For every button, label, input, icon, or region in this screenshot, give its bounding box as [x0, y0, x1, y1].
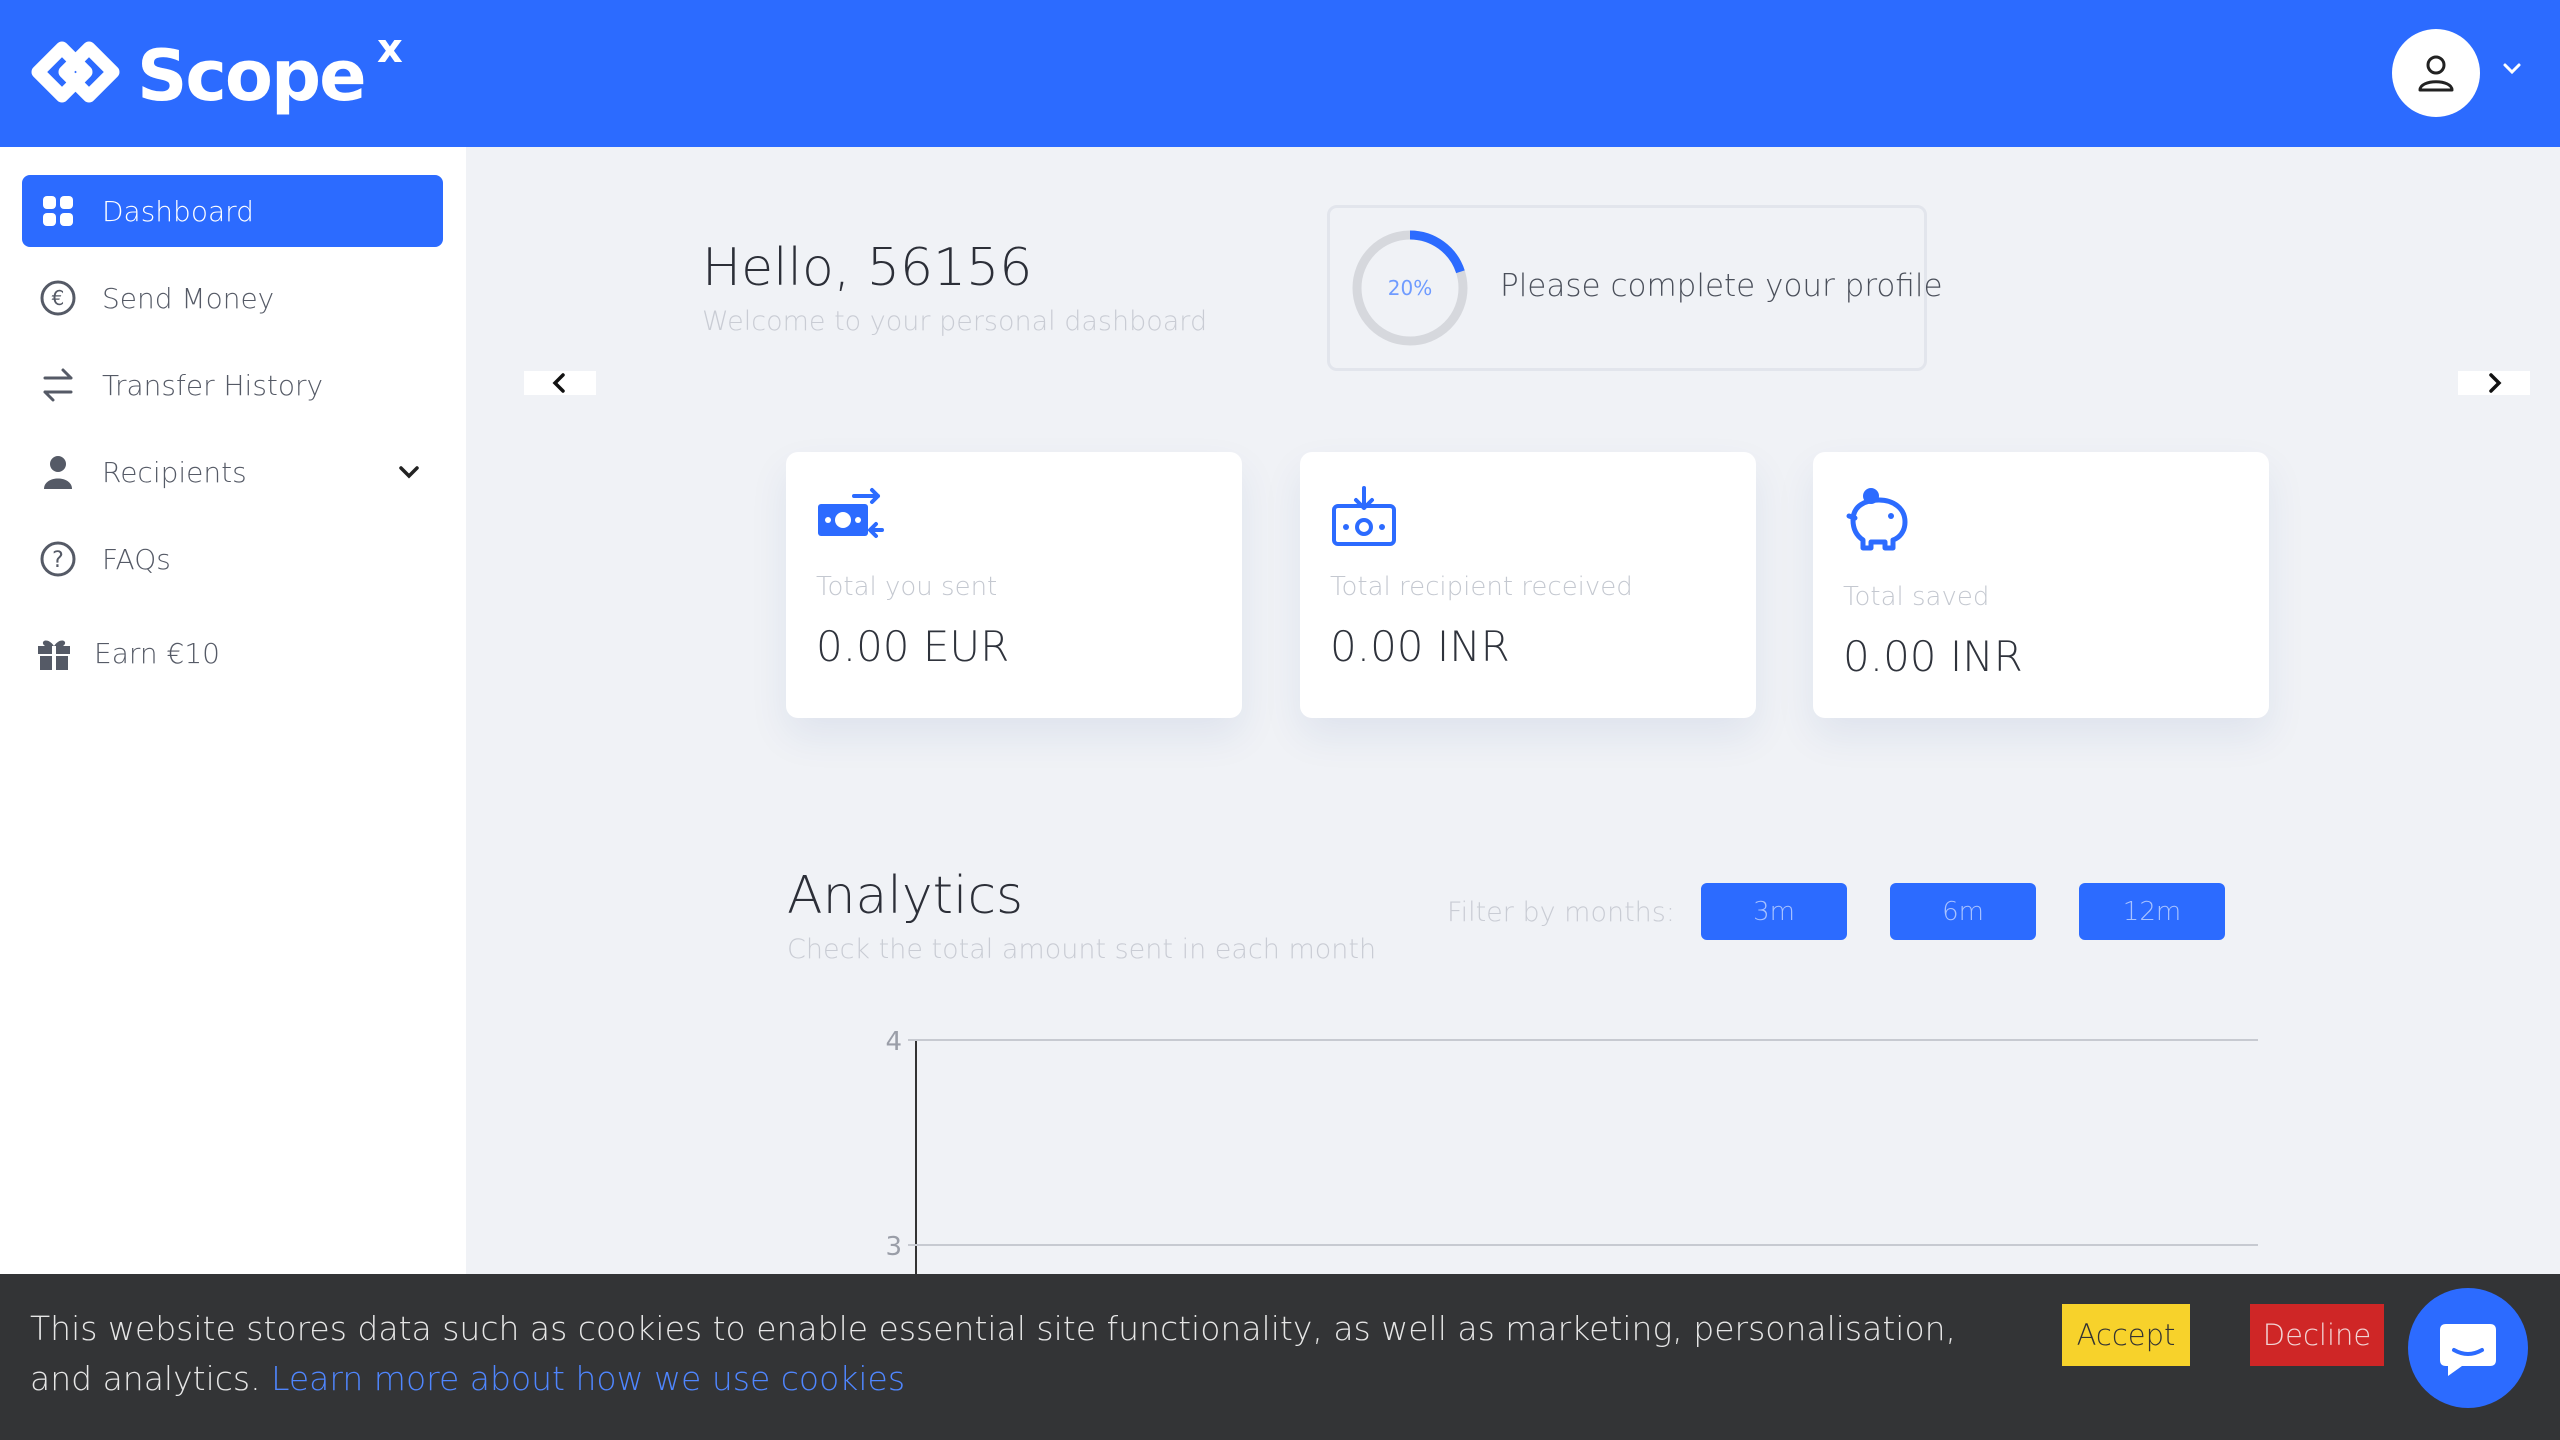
- filter-3m-button[interactable]: 3m: [1701, 883, 1847, 940]
- chevron-left-icon: [552, 373, 565, 393]
- profile-progress-label: 20%: [1387, 276, 1433, 300]
- question-circle-icon: ?: [38, 539, 78, 579]
- sidebar-item-send-money[interactable]: € Send Money: [22, 262, 443, 334]
- chart-y-tick-label: 4: [885, 1027, 902, 1057]
- chat-button[interactable]: [2408, 1288, 2528, 1408]
- grid-icon: [38, 191, 78, 231]
- sidebar-item-recipients[interactable]: Recipients: [22, 436, 443, 508]
- cookie-banner: This website stores data such as cookies…: [0, 1274, 2560, 1440]
- analytics-title: Analytics: [787, 866, 1024, 926]
- logo[interactable]: Scope x: [28, 26, 403, 117]
- stat-label: Total you sent: [816, 572, 998, 602]
- chevron-right-icon: [2489, 373, 2502, 393]
- analytics-subtitle: Check the total amount sent in each mont…: [787, 934, 1377, 965]
- stat-value: 0.00 INR: [1843, 632, 2023, 681]
- top-bar: Scope x: [0, 0, 2560, 147]
- page-subtitle: Welcome to your personal dashboard: [702, 306, 1208, 337]
- brand-superscript: x: [377, 26, 403, 72]
- stat-value: 0.00 EUR: [816, 622, 1010, 671]
- cookie-message: This website stores data such as cookies…: [30, 1304, 2010, 1404]
- user-avatar-button[interactable]: [2392, 29, 2480, 117]
- sidebar-item-label: Dashboard: [102, 194, 254, 228]
- sidebar-item-label: Earn €10: [94, 636, 220, 670]
- sidebar-item-dashboard[interactable]: Dashboard: [22, 175, 443, 247]
- stat-card-recipient-received: Total recipient received 0.00 INR: [1300, 452, 1756, 718]
- chevron-down-icon[interactable]: [2500, 56, 2524, 80]
- decline-cookies-button[interactable]: Decline: [2250, 1304, 2384, 1366]
- chevron-down-icon[interactable]: [395, 458, 423, 486]
- person-icon: [38, 452, 78, 492]
- receive-money-icon: [1332, 486, 1396, 546]
- sidebar: Dashboard € Send Money Transfer History …: [0, 147, 466, 1440]
- page-title: Hello, 56156: [702, 238, 1033, 298]
- sidebar-item-label: Send Money: [102, 281, 275, 315]
- sidebar-item-label: Recipients: [102, 455, 247, 489]
- sidebar-item-faqs[interactable]: ? FAQs: [22, 523, 443, 595]
- sidebar-item-transfer-history[interactable]: Transfer History: [22, 349, 443, 421]
- sidebar-item-label: FAQs: [102, 542, 171, 576]
- filter-6m-button[interactable]: 6m: [1890, 883, 2036, 940]
- analytics-chart: 43: [885, 1027, 2258, 1280]
- filter-12m-button[interactable]: 12m: [2079, 883, 2225, 940]
- user-icon: [2418, 55, 2454, 92]
- filter-label: Filter by months:: [1447, 897, 1675, 928]
- chat-bubble-icon: [2440, 1324, 2496, 1376]
- sidebar-item-label: Transfer History: [102, 368, 324, 402]
- stat-card-total-sent: Total you sent 0.00 EUR: [786, 452, 1242, 718]
- sidebar-item-earn[interactable]: Earn €10: [22, 617, 443, 689]
- profile-completion-card[interactable]: 20% Please complete your profile: [1327, 205, 1943, 371]
- cookie-learn-more-link[interactable]: Learn more about how we use cookies: [271, 1359, 905, 1398]
- profile-message: Please complete your profile: [1500, 268, 1943, 304]
- brand-name: Scope: [137, 35, 367, 117]
- piggy-bank-icon: [1846, 488, 1908, 551]
- svg-text:?: ?: [52, 548, 64, 573]
- stat-label: Total recipient received: [1330, 572, 1633, 602]
- stat-label: Total saved: [1843, 582, 1990, 612]
- euro-circle-icon: €: [38, 278, 78, 318]
- swap-arrows-icon: [38, 365, 78, 405]
- carousel-prev-button[interactable]: [524, 371, 596, 395]
- stat-value: 0.00 INR: [1330, 622, 1510, 671]
- money-transfer-icon: [818, 488, 884, 538]
- stat-card-total-saved: Total saved 0.00 INR: [1813, 452, 2269, 718]
- carousel-next-button[interactable]: [2458, 371, 2530, 395]
- chart-y-tick-label: 3: [885, 1232, 902, 1262]
- svg-text:€: €: [52, 286, 65, 310]
- scope-logo-icon: [31, 41, 120, 103]
- gift-icon: [34, 633, 74, 673]
- accept-cookies-button[interactable]: Accept: [2062, 1304, 2190, 1366]
